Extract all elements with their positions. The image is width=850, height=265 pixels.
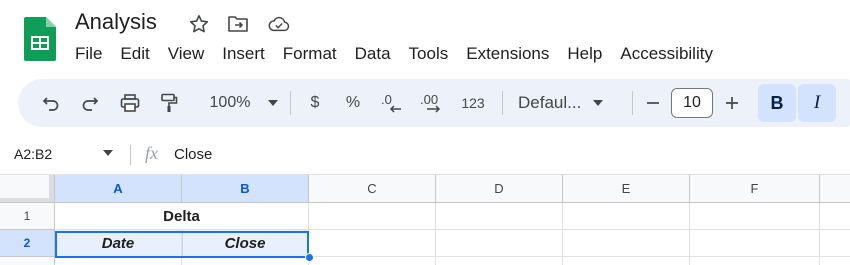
column-header-g[interactable]: [820, 175, 850, 203]
toolbar-divider: [632, 91, 633, 115]
chevron-down-icon[interactable]: [103, 150, 113, 156]
column-header-d[interactable]: D: [436, 175, 563, 203]
redo-icon[interactable]: [77, 79, 103, 127]
cell-a2[interactable]: Date: [55, 230, 182, 257]
bold-button[interactable]: B: [758, 84, 796, 122]
formula-bar-divider: [130, 145, 131, 165]
more-formats-button[interactable]: 123: [458, 79, 488, 127]
column-header-b[interactable]: B: [182, 175, 309, 203]
menu-file[interactable]: File: [66, 42, 111, 66]
font-select[interactable]: Defaul...: [518, 79, 630, 127]
column-header-f[interactable]: F: [690, 175, 820, 203]
menu-insert[interactable]: Insert: [213, 42, 274, 66]
minus-icon[interactable]: [642, 79, 664, 127]
cell-f3[interactable]: [690, 257, 820, 265]
name-box[interactable]: A2:B2: [14, 146, 52, 162]
column-header-c[interactable]: C: [309, 175, 436, 203]
column-header-a[interactable]: A: [55, 175, 182, 203]
cell-g2[interactable]: [820, 230, 850, 257]
menu-tools[interactable]: Tools: [400, 42, 458, 66]
freeze-row-handle[interactable]: [0, 198, 54, 202]
svg-text:.00: .00: [420, 92, 438, 107]
select-all-corner[interactable]: [0, 175, 55, 203]
font-name: Defaul...: [518, 93, 582, 112]
row-header-2[interactable]: 2: [0, 230, 55, 257]
cell-c3[interactable]: [309, 257, 436, 265]
cell-b2[interactable]: Close: [182, 230, 309, 257]
svg-text:.0: .0: [381, 92, 392, 107]
cloud-saved-icon[interactable]: [268, 13, 290, 35]
cell-c1[interactable]: [309, 203, 436, 230]
formula-input[interactable]: Close: [174, 146, 212, 163]
cell-b3[interactable]: [182, 257, 309, 265]
increase-decimal-icon[interactable]: .00: [418, 79, 448, 127]
toolbar: 100% $ % .0 .00 123 Defaul...: [18, 79, 850, 127]
cell-c2[interactable]: [309, 230, 436, 257]
cell-g1[interactable]: [820, 203, 850, 230]
cell-a1-merged[interactable]: Delta: [55, 203, 309, 230]
cell-e2[interactable]: [563, 230, 690, 257]
font-size-input[interactable]: 10: [671, 88, 713, 118]
percent-format-button[interactable]: %: [342, 79, 364, 127]
undo-icon[interactable]: [38, 79, 64, 127]
document-title[interactable]: Analysis: [75, 9, 157, 35]
menu-edit[interactable]: Edit: [111, 42, 158, 66]
column-header-e[interactable]: E: [563, 175, 690, 203]
fill-handle[interactable]: [305, 253, 314, 262]
sheets-logo[interactable]: [24, 17, 56, 61]
menu-format[interactable]: Format: [274, 42, 346, 66]
row-header-1[interactable]: 1: [0, 203, 55, 230]
currency-format-button[interactable]: $: [304, 79, 326, 127]
chevron-down-icon: [593, 100, 604, 106]
paint-format-icon[interactable]: [156, 79, 182, 127]
zoom-value: 100%: [209, 94, 251, 111]
menu-data[interactable]: Data: [346, 42, 400, 66]
row-header-3[interactable]: [0, 257, 55, 265]
menu-view[interactable]: View: [159, 42, 214, 66]
zoom-select[interactable]: 100%: [199, 79, 289, 127]
menu-help[interactable]: Help: [558, 42, 611, 66]
plus-icon[interactable]: [721, 79, 743, 127]
toolbar-divider: [290, 91, 291, 115]
menu-bar: File Edit View Insert Format Data Tools …: [66, 42, 722, 66]
menu-extensions[interactable]: Extensions: [457, 42, 558, 66]
decrease-decimal-icon[interactable]: .0: [378, 79, 406, 127]
fx-icon: fx: [145, 143, 158, 163]
cell-e1[interactable]: [563, 203, 690, 230]
cell-d2[interactable]: [436, 230, 563, 257]
chevron-down-icon: [268, 100, 279, 106]
italic-button[interactable]: I: [798, 84, 836, 122]
move-to-folder-icon[interactable]: [227, 13, 249, 35]
cell-d3[interactable]: [436, 257, 563, 265]
cell-f1[interactable]: [690, 203, 820, 230]
print-icon[interactable]: [117, 79, 143, 127]
spreadsheet-grid: A B C D E F 1 2 Delta Date Close: [0, 175, 850, 265]
cell-a3[interactable]: [55, 257, 182, 265]
toolbar-divider: [502, 91, 503, 115]
selection-inner-divider: [182, 231, 183, 258]
cell-f2[interactable]: [690, 230, 820, 257]
star-icon[interactable]: [188, 13, 210, 35]
cell-e3[interactable]: [563, 257, 690, 265]
menu-accessibility[interactable]: Accessibility: [611, 42, 722, 66]
cell-d1[interactable]: [436, 203, 563, 230]
